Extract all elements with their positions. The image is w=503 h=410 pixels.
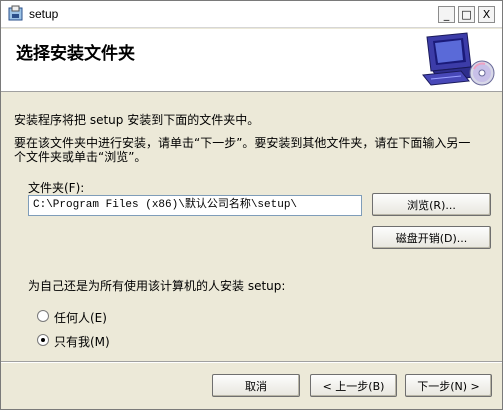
radio-selected-dot	[41, 338, 45, 342]
footer-divider-highlight	[1, 362, 502, 363]
minimize-button[interactable]: _	[438, 6, 455, 23]
title-bar[interactable]: setup _ □ X	[1, 1, 502, 28]
computer-cd-icon	[422, 32, 495, 86]
intro-text: 安装程序将把 setup 安装到下面的文件夹中。	[14, 113, 260, 127]
instruction-text-line2: 个文件夹或单击“浏览”。	[14, 150, 147, 164]
window-title: setup	[29, 7, 59, 21]
header-banner: 选择安装文件夹	[1, 29, 502, 92]
back-button[interactable]: < 上一步(B)	[310, 374, 397, 397]
only-me-radio-label[interactable]: 只有我(M)	[54, 333, 110, 350]
browse-button[interactable]: 浏览(R)...	[372, 193, 491, 216]
only-me-radio[interactable]	[37, 334, 49, 346]
maximize-button[interactable]: □	[458, 6, 475, 23]
close-button[interactable]: X	[478, 6, 495, 23]
install-for-question: 为自己还是为所有使用该计算机的人安装 setup:	[28, 279, 286, 293]
everyone-radio-label[interactable]: 任何人(E)	[54, 309, 107, 326]
cancel-button[interactable]: 取消	[212, 374, 300, 397]
folder-label: 文件夹(F):	[28, 181, 85, 195]
everyone-radio[interactable]	[37, 310, 49, 322]
disk-cost-button[interactable]: 磁盘开销(D)...	[372, 226, 491, 249]
folder-path-input[interactable]: C:\Program Files (x86)\默认公司名称\setup\	[28, 195, 362, 216]
next-button[interactable]: 下一步(N) >	[405, 374, 492, 397]
installer-app-icon	[8, 5, 23, 21]
page-title: 选择安装文件夹	[16, 44, 135, 64]
setup-window: setup _ □ X 选择安装文件夹 安装程序将把 setup 安装到下面的文…	[0, 0, 503, 410]
